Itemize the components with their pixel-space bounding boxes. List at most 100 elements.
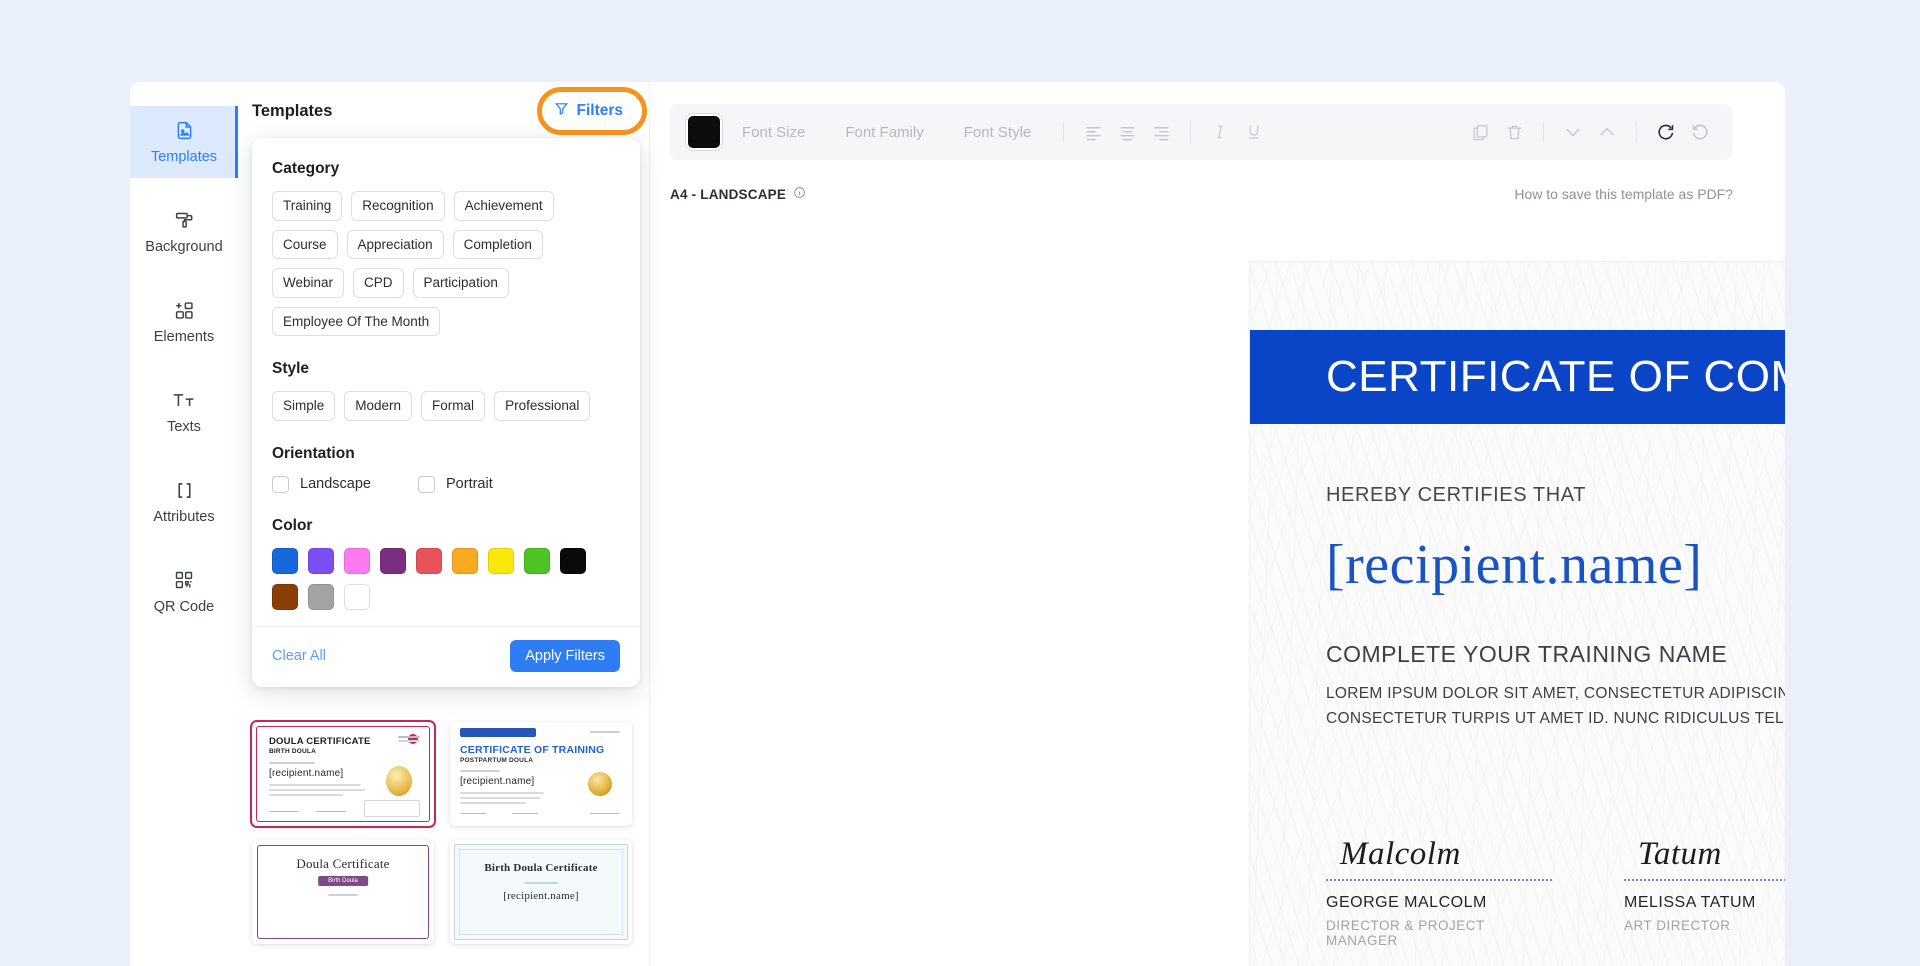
style-chip[interactable]: Professional: [494, 391, 590, 421]
sidebar-item-attributes[interactable]: Attributes: [130, 466, 238, 538]
orientation-option-landscape[interactable]: Landscape: [272, 476, 418, 493]
thumbnail-subtitle: POSTPARTUM DOULA: [460, 757, 533, 764]
text-color-swatch[interactable]: [686, 114, 722, 150]
signature-block[interactable]: Malcolm GEORGE MALCOLM DIRECTOR & PROJEC…: [1326, 836, 1552, 948]
apply-filters-button[interactable]: Apply Filters: [510, 640, 620, 672]
template-thumbnail[interactable]: CERTIFICATE OF TRAINING POSTPARTUM DOULA…: [450, 722, 632, 826]
font-family-select[interactable]: Font Family: [825, 124, 943, 141]
description-line-1: LOREM IPSUM DOLOR SIT AMET, CONSECTETUR …: [1326, 681, 1785, 706]
category-chip[interactable]: Appreciation: [347, 230, 444, 260]
checkbox-landscape[interactable]: [272, 476, 289, 493]
category-chip[interactable]: Course: [272, 230, 338, 260]
color-swatch[interactable]: [344, 548, 370, 574]
certificate-canvas[interactable]: CERTIFICATE OF COMPLETION VERIFIED CERTI…: [1250, 262, 1785, 966]
certificate-body: HEREBY CERTIFIES THAT [recipient.name] C…: [1326, 484, 1785, 731]
thumbnail-title: CERTIFICATE OF TRAINING: [460, 744, 604, 756]
training-name-text[interactable]: COMPLETE YOUR TRAINING NAME: [1326, 641, 1785, 668]
color-swatch[interactable]: [416, 548, 442, 574]
orientation-option-portrait[interactable]: Portrait: [418, 476, 564, 493]
how-to-save-pdf-link[interactable]: How to save this template as PDF?: [1514, 186, 1733, 202]
filters-button-wrap: Filters: [550, 100, 627, 122]
orientation-label: Portrait: [446, 476, 493, 492]
template-thumbnail[interactable]: Doula Certificate Birth Doula: [252, 840, 434, 944]
canvas-meta-bar: A4 - LANDSCAPE How to save this template…: [670, 186, 1733, 202]
redo-icon[interactable]: [1683, 115, 1717, 149]
templates-panel-header: Templates Filters: [238, 82, 649, 140]
toolbar-divider: [1063, 121, 1064, 143]
color-swatch[interactable]: [488, 548, 514, 574]
color-swatch[interactable]: [524, 548, 550, 574]
category-chip-list: Training Recognition Achievement Course …: [272, 191, 620, 336]
style-chip[interactable]: Simple: [272, 391, 335, 421]
thumbnail-title: Birth Doula Certificate: [450, 862, 632, 874]
category-chip[interactable]: Webinar: [272, 268, 344, 298]
thumbnail-title: Doula Certificate: [252, 856, 434, 872]
align-center-icon[interactable]: [1110, 115, 1144, 149]
underline-icon[interactable]: [1237, 115, 1271, 149]
sidebar-item-qr-code[interactable]: QR Code: [130, 556, 238, 628]
signature-name: GEORGE MALCOLM: [1326, 894, 1552, 912]
category-chip[interactable]: Training: [272, 191, 342, 221]
sidebar-item-templates[interactable]: Templates: [130, 106, 238, 178]
align-left-icon[interactable]: [1076, 115, 1110, 149]
sidebar-item-texts[interactable]: Texts: [130, 376, 238, 448]
color-swatch[interactable]: [272, 584, 298, 610]
undo-icon[interactable]: [1649, 115, 1683, 149]
signature-role: ART DIRECTOR: [1624, 918, 1785, 933]
font-size-select[interactable]: Font Size: [722, 124, 825, 141]
align-right-icon[interactable]: [1144, 115, 1178, 149]
style-chip[interactable]: Formal: [421, 391, 485, 421]
sidebar-item-background[interactable]: Background: [130, 196, 238, 268]
hereby-certifies-text[interactable]: HEREBY CERTIFIES THAT: [1326, 484, 1785, 507]
signature-role: DIRECTOR & PROJECT MANAGER: [1326, 918, 1552, 948]
category-chip[interactable]: CPD: [353, 268, 404, 298]
category-chip[interactable]: Achievement: [454, 191, 554, 221]
color-swatch[interactable]: [308, 584, 334, 610]
category-chip[interactable]: Participation: [413, 268, 509, 298]
qr-code-icon: [174, 569, 194, 591]
canvas-size-label: A4 - LANDSCAPE: [670, 187, 786, 202]
filter-group-title: Category: [272, 160, 620, 178]
color-swatch[interactable]: [560, 548, 586, 574]
panel-title: Templates: [252, 102, 332, 121]
clear-all-button[interactable]: Clear All: [272, 648, 326, 664]
style-chip[interactable]: Modern: [344, 391, 412, 421]
editor-area: Font Size Font Family Font Style: [650, 82, 1785, 966]
delete-icon[interactable]: [1497, 115, 1531, 149]
certificate-banner[interactable]: CERTIFICATE OF COMPLETION: [1250, 330, 1785, 424]
signature-script: Tatum: [1624, 836, 1785, 873]
signature-block[interactable]: Tatum MELISSA TATUM ART DIRECTOR: [1624, 836, 1785, 948]
category-chip[interactable]: Employee Of The Month: [272, 307, 440, 337]
filters-footer: Clear All Apply Filters: [252, 626, 640, 687]
filter-group-color: Color: [272, 517, 620, 610]
italic-icon[interactable]: [1203, 115, 1237, 149]
certificate-description[interactable]: LOREM IPSUM DOLOR SIT AMET, CONSECTETUR …: [1326, 681, 1785, 731]
toolbar-divider: [1190, 121, 1191, 143]
canvas-size-label-group: A4 - LANDSCAPE: [670, 186, 806, 202]
color-swatch[interactable]: [380, 548, 406, 574]
toolbar-divider: [1543, 121, 1544, 143]
filters-button[interactable]: Filters: [550, 100, 627, 122]
recipient-name-placeholder[interactable]: [recipient.name]: [1326, 533, 1785, 597]
sidebar-item-elements[interactable]: Elements: [130, 286, 238, 358]
thumbnail-subtitle: BIRTH DOULA: [269, 748, 316, 755]
color-swatch[interactable]: [344, 584, 370, 610]
color-swatch[interactable]: [452, 548, 478, 574]
color-swatch[interactable]: [272, 548, 298, 574]
template-thumbnail[interactable]: DOULA CERTIFICATE BIRTH DOULA [recipient…: [252, 722, 434, 826]
checkbox-portrait[interactable]: [418, 476, 435, 493]
thumbnail-title: DOULA CERTIFICATE: [269, 736, 371, 747]
category-chip[interactable]: Completion: [453, 230, 543, 260]
move-down-icon[interactable]: [1556, 115, 1590, 149]
template-thumbnail[interactable]: Birth Doula Certificate [recipient.name]: [450, 840, 632, 944]
color-swatch[interactable]: [308, 548, 334, 574]
category-chip[interactable]: Recognition: [351, 191, 444, 221]
duplicate-icon[interactable]: [1463, 115, 1497, 149]
signature-name: MELISSA TATUM: [1624, 894, 1785, 912]
info-icon[interactable]: [793, 186, 806, 202]
color-swatch-list: [272, 548, 602, 610]
paint-roller-icon: [174, 209, 195, 231]
font-style-select[interactable]: Font Style: [944, 124, 1052, 141]
template-thumbnail-grid: DOULA CERTIFICATE BIRTH DOULA [recipient…: [252, 722, 638, 944]
move-up-icon[interactable]: [1590, 115, 1624, 149]
